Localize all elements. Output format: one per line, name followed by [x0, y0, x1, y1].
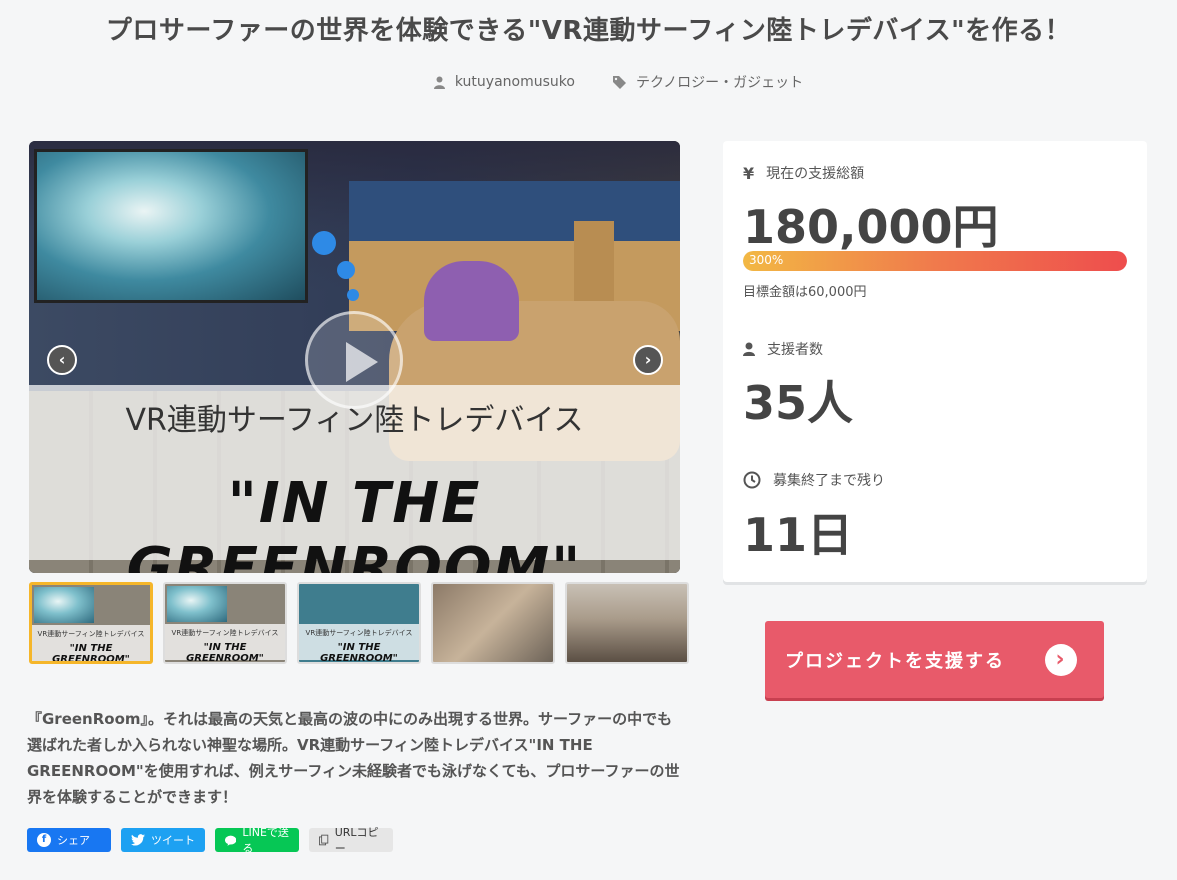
next-slide-button[interactable]: › — [633, 345, 663, 375]
supporters-label: 支援者数 — [767, 342, 823, 358]
thumbnail-5[interactable] — [565, 582, 689, 664]
thumbnail-2[interactable]: VR連動サーフィン陸トレデバイス "IN THE GREENROOM" — [163, 582, 287, 664]
author-name: kutuyanomusuko — [454, 74, 575, 90]
thumbnail-strip: VR連動サーフィン陸トレデバイス "IN THE GREENROOM" VR連動… — [29, 582, 689, 664]
funding-progress-bar: 300% — [743, 251, 1127, 271]
thumbnail-wave — [34, 587, 94, 623]
line-share-button[interactable]: LINEで送る — [215, 826, 299, 855]
amount-label: 現在の支援総額 — [766, 166, 865, 182]
amount-value: 180,000円 — [743, 200, 999, 254]
progress-percent: 300% — [749, 253, 784, 267]
funding-stats-card: ¥ 現在の支援総額 180,000円 300% 目標金額は60,000円 支援者… — [723, 141, 1147, 582]
remaining-label-row: 募集終了まで残り — [743, 470, 885, 490]
project-meta: kutuyanomusuko テクノロジー・ガジェット — [0, 72, 1177, 92]
category-link[interactable]: テクノロジー・ガジェット — [612, 72, 804, 92]
remaining-label: 募集終了まで残り — [773, 473, 885, 489]
thumbnail-title: "IN THE GREENROOM" — [52, 643, 130, 664]
amount-label-row: ¥ 現在の支援総額 — [743, 163, 864, 183]
scene-hat — [424, 261, 519, 341]
yen-icon: ¥ — [743, 163, 755, 183]
share-buttons: f シェア ツイート LINEで送る URLコピー — [27, 826, 393, 855]
chevron-right-icon: › — [1045, 643, 1077, 676]
goal-amount: 目標金額は60,000円 — [743, 285, 867, 300]
thumbnail-subtitle: VR連動サーフィン陸トレデバイス — [37, 630, 145, 638]
supporters-value: 35人 — [743, 376, 854, 430]
prev-slide-button[interactable]: ‹ — [47, 345, 77, 375]
line-icon — [225, 835, 237, 846]
user-icon — [743, 342, 755, 356]
support-project-label: プロジェクトを支援する — [785, 650, 1005, 672]
progress-fill — [743, 251, 1127, 271]
author-link[interactable]: kutuyanomusuko — [433, 72, 575, 92]
vr-view-inset — [34, 149, 308, 303]
page-title: プロサーファーの世界を体験できる"VR連動サーフィン陸トレデバイス"を作る！ — [105, 16, 1072, 46]
remaining-value: 11日 — [743, 508, 854, 562]
project-description: 『GreenRoom』。それは最高の天気と最高の波の中にのみ出現する世界。サーフ… — [27, 710, 680, 806]
thumbnail-subtitle: VR連動サーフィン陸トレデバイス — [171, 629, 279, 637]
supporters-label-row: 支援者数 — [743, 339, 823, 359]
facebook-icon: f — [37, 833, 51, 847]
copy-icon — [319, 834, 329, 846]
category-name: テクノロジー・ガジェット — [635, 75, 804, 91]
user-icon — [433, 76, 445, 89]
thumbnail-title: "IN THE GREENROOM" — [320, 642, 398, 664]
twitter-share-label: ツイート — [151, 834, 195, 847]
facebook-share-label: シェア — [57, 834, 90, 847]
thumbnail-3[interactable]: VR連動サーフィン陸トレデバイス "IN THE GREENROOM" — [297, 582, 421, 664]
facebook-share-button[interactable]: f シェア — [27, 828, 111, 852]
bubble-2 — [337, 261, 355, 279]
caption-title: "IN THE GREENROOM" — [126, 471, 583, 573]
bubble-1 — [312, 231, 336, 255]
scene-bench-cushion — [349, 181, 680, 241]
play-button[interactable] — [305, 311, 403, 409]
twitter-share-button[interactable]: ツイート — [121, 828, 205, 852]
thumbnail-subtitle: VR連動サーフィン陸トレデバイス — [305, 629, 413, 637]
thumbnail-4[interactable] — [431, 582, 555, 664]
url-copy-button[interactable]: URLコピー — [309, 826, 393, 855]
clock-icon — [743, 471, 761, 489]
thumbnail-wave — [167, 586, 227, 622]
thumbnail-1[interactable]: VR連動サーフィン陸トレデバイス "IN THE GREENROOM" — [29, 582, 153, 664]
bubble-3 — [347, 289, 359, 301]
url-copy-label: URLコピー — [334, 826, 379, 855]
support-project-button[interactable]: プロジェクトを支援する › — [765, 621, 1104, 698]
main-media-slider[interactable]: VR連動サーフィン陸トレデバイス "IN THE GREENROOM" ‹ › — [29, 141, 680, 573]
twitter-icon — [131, 834, 145, 846]
thumbnail-title: "IN THE GREENROOM" — [186, 642, 264, 664]
line-share-label: LINEで送る — [242, 826, 289, 855]
tag-icon — [612, 75, 626, 89]
